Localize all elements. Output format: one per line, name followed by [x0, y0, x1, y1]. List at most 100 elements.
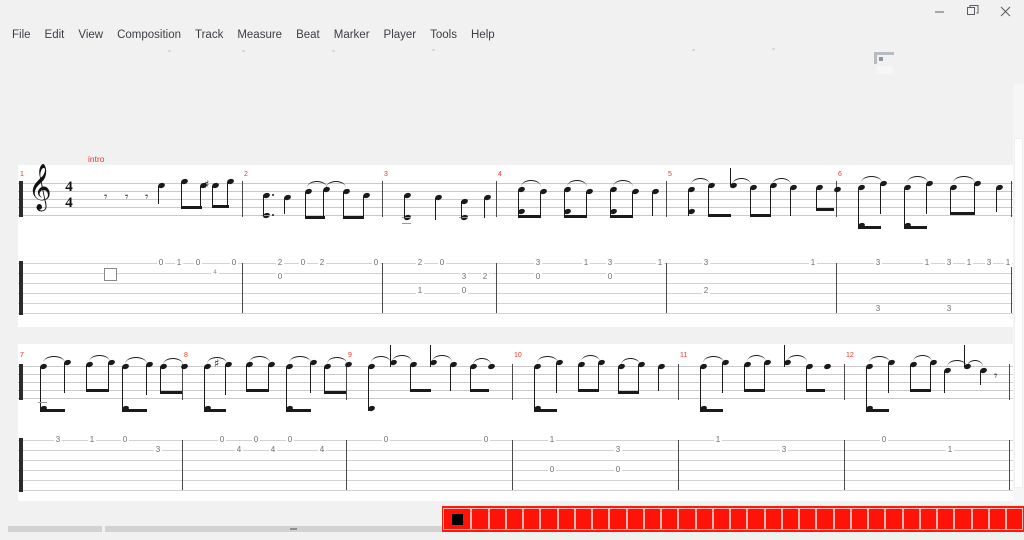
menu-player[interactable]: Player — [377, 26, 424, 44]
timeline-measure-cell[interactable] — [505, 508, 523, 530]
timeline-measure-cell[interactable] — [919, 508, 937, 530]
tab-note[interactable]: 3 — [874, 259, 882, 267]
rest-glyph[interactable]: 𝄾 — [145, 191, 148, 204]
tab-note[interactable]: 1 — [809, 259, 817, 267]
tab-note[interactable]: 3 — [614, 446, 622, 454]
notehead[interactable] — [367, 404, 376, 413]
menu-track[interactable]: Track — [188, 26, 230, 44]
tab-note[interactable]: 4 — [235, 446, 243, 454]
tab-note[interactable]: 3 — [985, 259, 993, 267]
notehead[interactable] — [687, 207, 696, 216]
tab-note[interactable]: 0 — [218, 436, 226, 444]
time-signature-numerator[interactable]: 4 — [62, 180, 76, 195]
horizontal-scrollbar-grip[interactable] — [290, 528, 297, 530]
timeline-measure-cell[interactable] — [643, 508, 661, 530]
close-button[interactable] — [988, 0, 1022, 22]
tab-note[interactable]: 0 — [606, 273, 614, 281]
tab-note[interactable]: 2 — [276, 259, 284, 267]
restore-button[interactable] — [956, 0, 990, 22]
tab-note[interactable]: 2 — [318, 259, 326, 267]
timeline-measure-cell[interactable] — [540, 508, 558, 530]
tab-note[interactable]: 0 — [548, 466, 556, 474]
tab-note[interactable]: 0 — [157, 259, 165, 267]
rest-glyph[interactable]: 𝄾 — [994, 370, 997, 383]
timeline-measure-cell[interactable] — [833, 508, 851, 530]
tab-note[interactable]: 3 — [460, 273, 468, 281]
tab-note[interactable]: 3 — [534, 259, 542, 267]
tab-note[interactable]: 0 — [372, 259, 380, 267]
tab-note[interactable]: 0 — [121, 436, 129, 444]
menu-marker[interactable]: Marker — [327, 26, 377, 44]
measure-timeline[interactable] — [442, 506, 1024, 532]
staff-system-2[interactable]: 7 8 9 10 11 12 3 1 0 3 ♯ 0 0 0 4 4 4 0 0… — [18, 344, 1013, 501]
tab-note[interactable]: 0 — [252, 436, 260, 444]
tab-note[interactable]: 4 — [318, 446, 326, 454]
tab-note[interactable]: 3 — [154, 446, 162, 454]
tab-note[interactable]: 1 — [88, 436, 96, 444]
notehead[interactable] — [823, 362, 832, 371]
timeline-measure-cell[interactable] — [678, 508, 696, 530]
timeline-measure-cell[interactable] — [523, 508, 541, 530]
vertical-scrollbar[interactable] — [1013, 84, 1024, 505]
edit-cursor-box[interactable] — [104, 268, 117, 281]
tab-note[interactable]: 3 — [54, 436, 62, 444]
tab-note[interactable]: 0 — [276, 273, 284, 281]
timeline-measure-cell[interactable] — [592, 508, 610, 530]
tab-note[interactable]: 0 — [614, 466, 622, 474]
timeline-measure-cell[interactable] — [764, 508, 782, 530]
score-canvas[interactable]: intro ♩ = 120 𝄞 4 — [0, 84, 1013, 505]
tab-note[interactable]: 0 — [286, 436, 294, 444]
playback-position-marker[interactable] — [451, 513, 463, 525]
tab-note[interactable]: 0 — [438, 259, 446, 267]
tab-note[interactable]: 2 — [481, 273, 489, 281]
menu-measure[interactable]: Measure — [230, 26, 289, 44]
timeline-measure-cell[interactable] — [747, 508, 765, 530]
tab-note[interactable]: 3 — [606, 259, 614, 267]
timeline-measure-cell[interactable] — [937, 508, 955, 530]
time-signature-denominator[interactable]: 4 — [62, 196, 76, 211]
timeline-measure-cell[interactable] — [850, 508, 868, 530]
menu-tools[interactable]: Tools — [423, 26, 464, 44]
tab-note[interactable]: 0 — [194, 259, 202, 267]
minimize-button[interactable] — [922, 0, 956, 22]
tab-note[interactable]: 0 — [460, 287, 468, 295]
tab-note[interactable]: 1 — [656, 259, 664, 267]
tab-note[interactable]: 0 — [299, 259, 307, 267]
timeline-measure-cell[interactable] — [868, 508, 886, 530]
horizontal-scrollbar-left[interactable] — [8, 526, 102, 532]
tab-note[interactable]: 0 — [482, 436, 490, 444]
tab-note[interactable]: 3 — [780, 446, 788, 454]
timeline-measure-cell[interactable] — [695, 508, 713, 530]
rest-glyph[interactable]: 𝄾 — [104, 191, 107, 204]
sharp-accidental-icon[interactable]: ♯ — [204, 179, 209, 190]
tab-note[interactable]: 4 — [269, 446, 277, 454]
menu-help[interactable]: Help — [464, 26, 502, 44]
section-marker-intro[interactable]: intro — [88, 154, 105, 164]
timeline-measure-cell[interactable] — [781, 508, 799, 530]
tab-note[interactable]: 1 — [923, 259, 931, 267]
notehead[interactable] — [609, 207, 618, 216]
tab-note[interactable]: 0 — [534, 273, 542, 281]
tab-note[interactable]: 1 — [582, 259, 590, 267]
timeline-measure-cell[interactable] — [574, 508, 592, 530]
tab-note[interactable]: 3 — [874, 305, 882, 313]
tab-note[interactable]: 1 — [714, 436, 722, 444]
timeline-measure-cell[interactable] — [885, 508, 903, 530]
tab-note[interactable]: 0 — [382, 436, 390, 444]
tab-note[interactable]: 3 — [945, 259, 953, 267]
timeline-measure-cell[interactable] — [661, 508, 679, 530]
timeline-measure-cell[interactable] — [471, 508, 489, 530]
timeline-measure-cell[interactable] — [609, 508, 627, 530]
timeline-measure-cell[interactable] — [712, 508, 730, 530]
rest-glyph[interactable]: 𝄾 — [125, 191, 128, 204]
notehead[interactable] — [563, 207, 572, 216]
tab-note[interactable]: 0 — [880, 436, 888, 444]
timeline-measure-cell[interactable] — [902, 508, 920, 530]
tab-note[interactable]: 1 — [416, 287, 424, 295]
menu-view[interactable]: View — [71, 26, 110, 44]
tab-note[interactable]: 1 — [946, 446, 954, 454]
timeline-measure-cell[interactable] — [988, 508, 1006, 530]
timeline-measure-cell[interactable] — [626, 508, 644, 530]
menu-file[interactable]: File — [5, 26, 38, 44]
tab-note[interactable]: 1 — [175, 259, 183, 267]
